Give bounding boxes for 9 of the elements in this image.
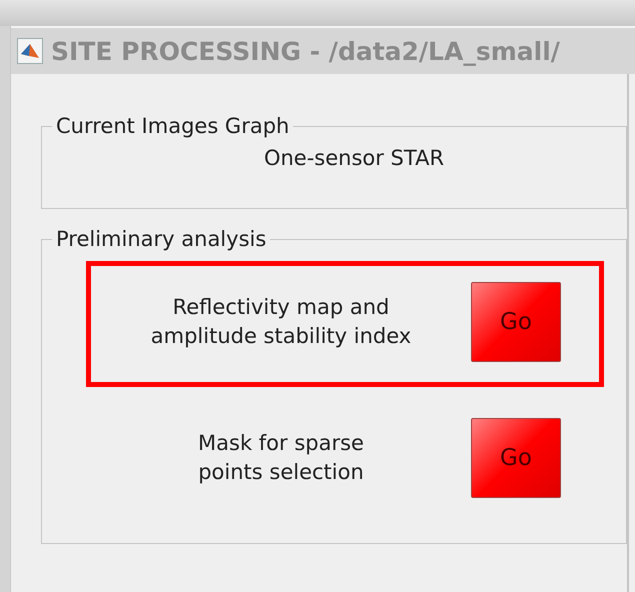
action-label: Reflectivity map and amplitude stability index	[150, 294, 412, 350]
group-title: Current Images Graph	[55, 114, 290, 138]
action-label: Mask for sparse points selection	[197, 430, 365, 486]
window-title: SITE PROCESSING - /data2/LA_small/	[51, 36, 560, 66]
info-text: One-sensor STAR	[262, 145, 446, 172]
go-button[interactable]: Go	[471, 418, 561, 498]
go-button[interactable]: Go	[471, 282, 561, 362]
app-icon	[17, 38, 43, 64]
group-title: Preliminary analysis	[55, 227, 268, 251]
